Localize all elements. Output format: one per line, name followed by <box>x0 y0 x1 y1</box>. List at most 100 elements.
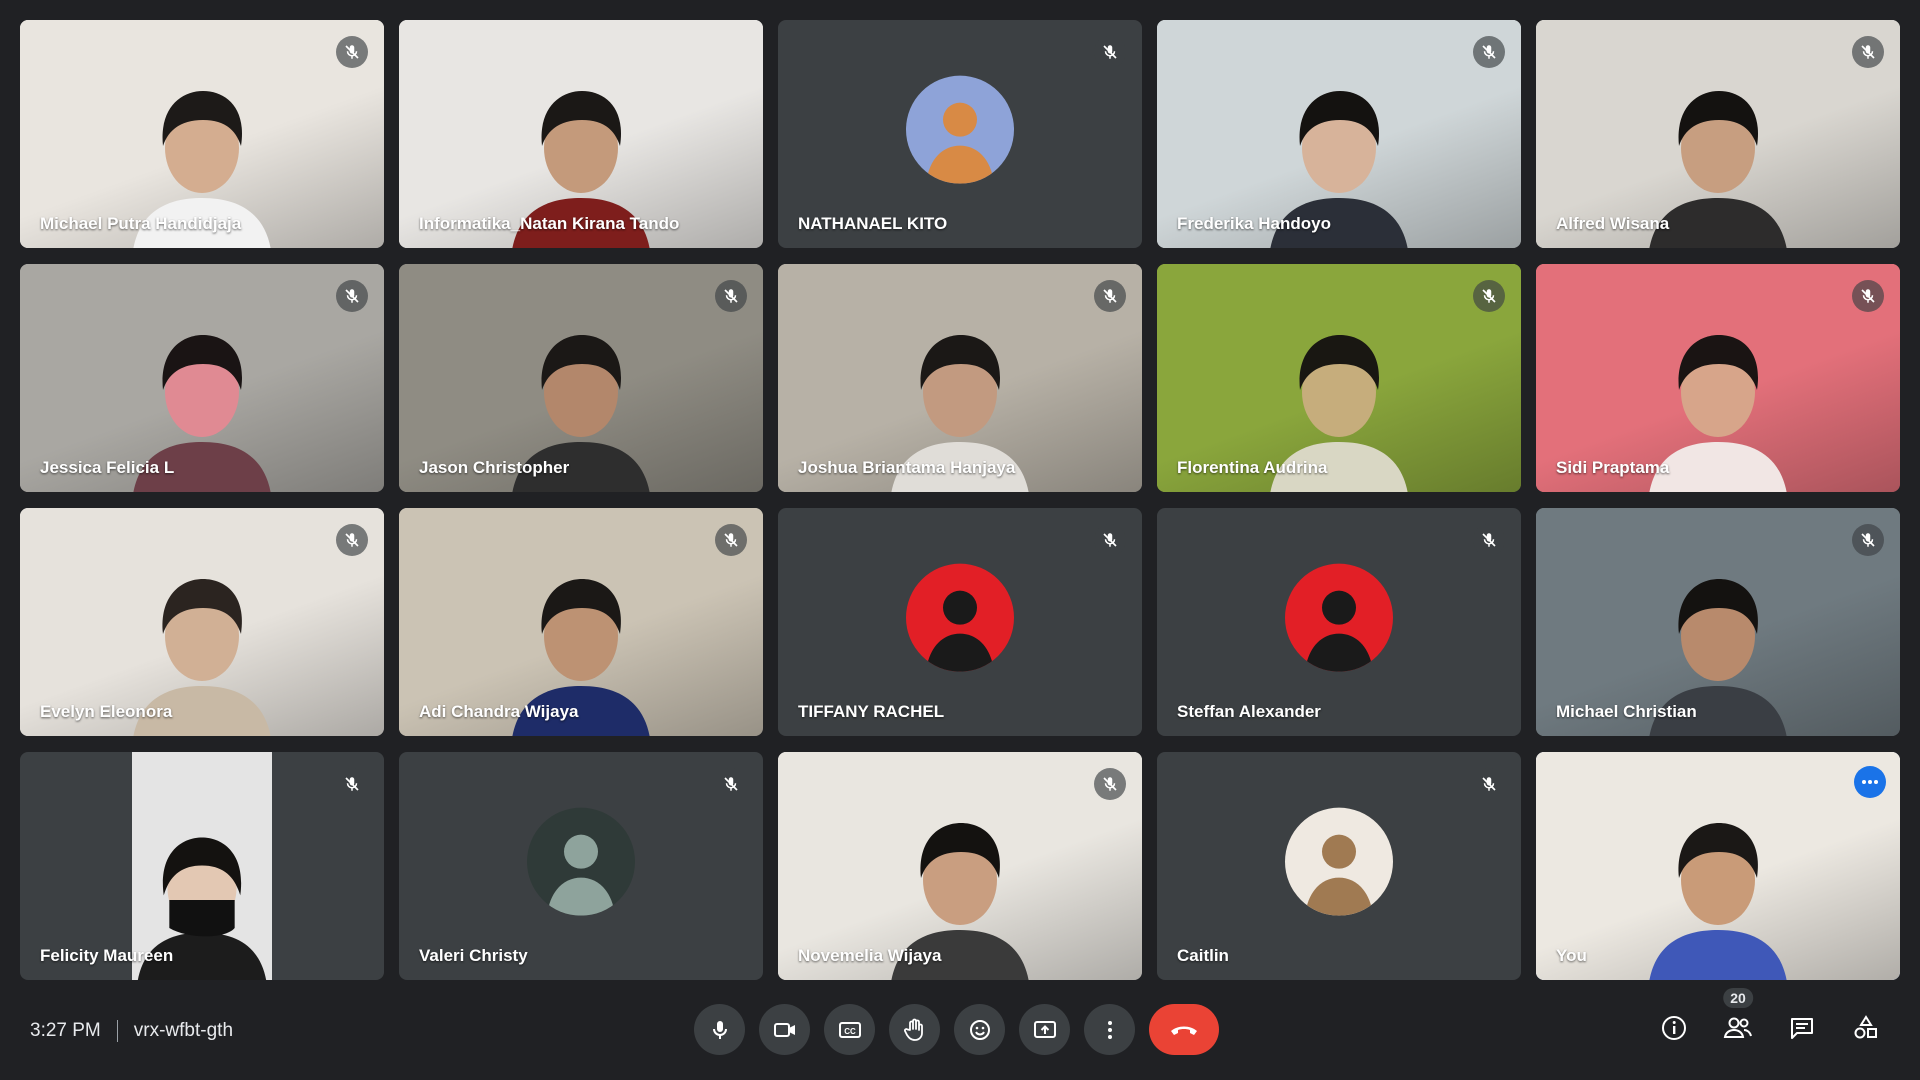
captions-icon: CC <box>838 1021 861 1038</box>
participant-tile[interactable]: TIFFANY RACHEL <box>778 508 1142 736</box>
chat-icon <box>1791 1018 1813 1039</box>
profile-photo <box>547 834 615 916</box>
participant-tile[interactable]: Caitlin <box>1157 752 1521 980</box>
mic-button[interactable] <box>694 1004 745 1055</box>
participant-tile[interactable]: Steffan Alexander <box>1157 508 1521 736</box>
participant-name: Michael Christian <box>1556 702 1697 721</box>
self-view-tile[interactable]: You <box>1536 752 1900 980</box>
participant-tile[interactable]: Alfred Wisana <box>1536 20 1900 248</box>
participant-name: TIFFANY RACHEL <box>798 702 945 721</box>
muted-indicator <box>1094 36 1126 68</box>
participant-tile[interactable]: Michael Christian <box>1536 508 1900 736</box>
muted-indicator <box>336 524 368 556</box>
participant-name: Michael Putra Handidjaja <box>40 214 242 233</box>
mic-off-icon <box>1103 45 1117 59</box>
avatar <box>527 807 635 916</box>
participant-count-badge: 20 <box>1723 988 1753 1008</box>
raise-hand-button[interactable] <box>889 1004 940 1055</box>
activities-button[interactable] <box>1848 1010 1884 1046</box>
participant-name: Jessica Felicia L <box>40 458 175 477</box>
camera-icon <box>773 1022 795 1037</box>
participant-tile[interactable]: Valeri Christy <box>399 752 763 980</box>
meeting-info: 3:27 PM vrx-wfbt-gth <box>30 1020 233 1042</box>
mic-off-icon <box>1861 533 1875 547</box>
participant-tile[interactable]: Joshua Briantama Hanjaya <box>778 264 1142 492</box>
mic-off-icon <box>1482 45 1496 59</box>
profile-photo <box>1305 590 1373 672</box>
meeting-code: vrx-wfbt-gth <box>133 1020 234 1041</box>
svg-text:CC: CC <box>844 1027 856 1036</box>
participant-name: Joshua Briantama Hanjaya <box>798 458 1016 477</box>
mic-off-icon <box>1103 289 1117 303</box>
participant-tile[interactable]: Jessica Felicia L <box>20 264 384 492</box>
participant-tile[interactable]: Novemelia Wijaya <box>778 752 1142 980</box>
muted-indicator <box>336 280 368 312</box>
chat-button[interactable] <box>1784 1010 1820 1046</box>
mic-off-icon <box>724 777 738 791</box>
muted-indicator <box>1473 280 1505 312</box>
people-button[interactable]: 20 <box>1720 988 1756 1046</box>
participant-name: Florentina Audrina <box>1177 458 1328 477</box>
participant-tile[interactable]: Felicity Maureen <box>20 752 384 980</box>
camera-button[interactable] <box>759 1004 810 1055</box>
muted-indicator <box>336 36 368 68</box>
mic-off-icon <box>1482 289 1496 303</box>
participant-name: NATHANAEL KITO <box>798 214 948 233</box>
muted-indicator <box>1473 768 1505 800</box>
leave-call-button[interactable] <box>1149 1004 1219 1055</box>
present-icon <box>1033 1020 1056 1038</box>
profile-photo <box>1305 834 1373 916</box>
mic-off-icon <box>1103 533 1117 547</box>
present-button[interactable] <box>1019 1004 1070 1055</box>
meeting-details-button[interactable] <box>1656 1010 1692 1046</box>
mic-off-icon <box>1861 289 1875 303</box>
participant-grid: Michael Putra Handidjaja Informatika_Nata… <box>20 20 1900 980</box>
participant-tile[interactable]: Adi Chandra Wijaya <box>399 508 763 736</box>
avatar <box>1285 807 1393 916</box>
participant-name: Felicity Maureen <box>40 946 174 965</box>
hand-icon <box>903 1018 923 1041</box>
hangup-icon <box>1171 1026 1197 1035</box>
mic-off-icon <box>724 289 738 303</box>
participant-name: Adi Chandra Wijaya <box>419 702 579 721</box>
bottom-toolbar: 3:27 PM vrx-wfbt-gth CC 20 <box>0 980 1920 1080</box>
participant-name: You <box>1556 946 1587 965</box>
mic-off-icon <box>345 289 359 303</box>
participant-name: Alfred Wisana <box>1556 214 1670 233</box>
emoji-icon <box>969 1019 990 1040</box>
activities-icon <box>1854 1015 1877 1039</box>
participant-name: Sidi Praptama <box>1556 458 1670 477</box>
participant-name: Informatika_Natan Kirana Tando <box>419 214 680 233</box>
reactions-button[interactable] <box>954 1004 1005 1055</box>
side-controls: 20 <box>1656 988 1884 1046</box>
participant-tile[interactable]: Frederika Handoyo <box>1157 20 1521 248</box>
participant-tile[interactable]: Evelyn Eleonora <box>20 508 384 736</box>
participant-name: Steffan Alexander <box>1177 702 1321 721</box>
info-icon <box>1662 1016 1686 1040</box>
avatar <box>1285 563 1393 672</box>
participant-tile[interactable]: Sidi Praptama <box>1536 264 1900 492</box>
avatar <box>906 75 1014 184</box>
muted-indicator <box>715 768 747 800</box>
tile-options-button[interactable] <box>1854 766 1886 798</box>
muted-indicator <box>1473 524 1505 556</box>
call-controls: CC <box>694 1004 1219 1055</box>
more-options-button[interactable] <box>1084 1004 1135 1055</box>
mic-icon <box>712 1020 727 1039</box>
avatar <box>906 563 1014 672</box>
muted-indicator <box>715 280 747 312</box>
participant-tile[interactable]: Jason Christopher <box>399 264 763 492</box>
participant-figure <box>1649 823 1787 980</box>
participant-tile[interactable]: Informatika_Natan Kirana Tando <box>399 20 763 248</box>
muted-indicator <box>1852 524 1884 556</box>
participant-tile[interactable]: Michael Putra Handidjaja <box>20 20 384 248</box>
participant-name: Evelyn Eleonora <box>40 702 173 721</box>
mic-off-icon <box>724 533 738 547</box>
participant-tile[interactable]: Florentina Audrina <box>1157 264 1521 492</box>
more-horiz-icon <box>1862 780 1878 784</box>
muted-indicator <box>1852 280 1884 312</box>
people-icon <box>1723 1017 1752 1038</box>
participant-name: Jason Christopher <box>419 458 570 477</box>
captions-button[interactable]: CC <box>824 1004 875 1055</box>
participant-tile[interactable]: NATHANAEL KITO <box>778 20 1142 248</box>
